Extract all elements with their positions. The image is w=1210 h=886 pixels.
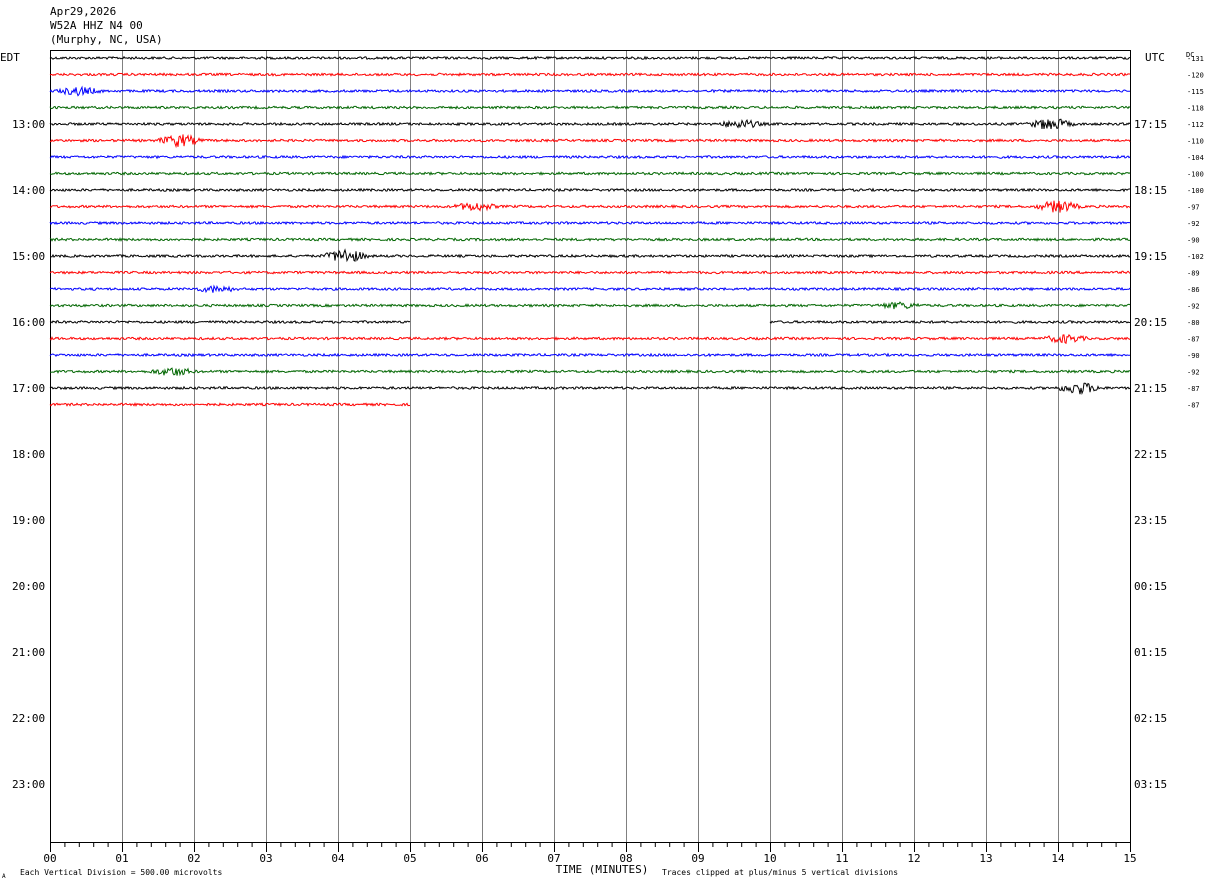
seismic-trace [49, 237, 1131, 242]
x-tick-label: 00 [43, 852, 56, 865]
dc-offset-label: -118 [1187, 105, 1204, 113]
seismic-trace [49, 55, 1131, 61]
dc-offset-label: -92 [1187, 220, 1200, 228]
dc-offset-label: -102 [1187, 253, 1204, 261]
left-timezone-label: EDT [0, 51, 20, 64]
right-hour-label: 21:15 [1134, 382, 1167, 395]
dc-offset-label: -87 [1187, 385, 1200, 393]
dc-offset-label: -90 [1187, 352, 1200, 360]
dc-offset-label: -86 [1187, 286, 1200, 294]
right-hour-label: 18:15 [1134, 184, 1167, 197]
corner-mark: A [2, 873, 6, 880]
x-tick-label: 10 [763, 852, 776, 865]
right-timezone-label: UTC [1145, 51, 1165, 64]
seismic-trace [769, 319, 1131, 325]
left-hour-label: 19:00 [12, 514, 45, 527]
seismic-trace [49, 402, 411, 407]
seismic-trace [49, 367, 1131, 377]
dc-offset-label: -120 [1187, 72, 1204, 80]
seismic-trace [50, 248, 1131, 263]
seismic-trace [49, 72, 1131, 77]
seismic-trace [49, 270, 1131, 275]
seismic-trace [49, 220, 1131, 226]
seismic-trace [49, 200, 1131, 213]
left-hour-label: 20:00 [12, 580, 45, 593]
x-tick-label: 03 [259, 852, 272, 865]
seismic-trace [49, 105, 1131, 110]
left-hour-label: 13:00 [12, 118, 45, 131]
dc-offset-label: -115 [1187, 88, 1204, 96]
right-hour-label: 22:15 [1134, 448, 1167, 461]
left-hour-label: 21:00 [12, 646, 45, 659]
dc-offset-label: -131 [1187, 55, 1204, 63]
x-axis-title: TIME (MINUTES) [556, 863, 649, 876]
dc-offset-label: -89 [1187, 270, 1200, 278]
left-hour-label: 17:00 [12, 382, 45, 395]
seismic-trace [49, 154, 1131, 160]
left-hour-label: 23:00 [12, 778, 45, 791]
vertical-division-note: Each Vertical Division = 500.00 microvol… [20, 868, 222, 877]
seismic-trace [49, 171, 1131, 176]
right-hour-label: 17:15 [1134, 118, 1167, 131]
right-hour-label: 20:15 [1134, 316, 1167, 329]
seismic-trace [49, 85, 1131, 97]
x-tick-label: 13 [979, 852, 992, 865]
right-hour-label: 00:15 [1134, 580, 1167, 593]
seismic-trace [49, 301, 1131, 310]
x-tick-label: 11 [835, 852, 848, 865]
dc-offset-label: -112 [1187, 121, 1204, 129]
seismic-trace [49, 134, 1131, 149]
seismic-trace [49, 118, 1131, 130]
dc-offset-label: -104 [1187, 154, 1204, 162]
x-tick-label: 15 [1123, 852, 1136, 865]
x-tick-label: 05 [403, 852, 416, 865]
seismic-trace [49, 187, 1130, 193]
dc-offset-label: -92 [1187, 369, 1200, 377]
dc-offset-label: -87 [1187, 402, 1200, 410]
right-hour-label: 03:15 [1134, 778, 1167, 791]
dc-offset-label: -100 [1187, 171, 1204, 179]
clipping-note: Traces clipped at plus/minus 5 vertical … [662, 868, 898, 877]
x-tick-label: 02 [187, 852, 200, 865]
x-tick-label: 12 [907, 852, 920, 865]
seismic-trace [49, 319, 411, 325]
x-tick-label: 04 [331, 852, 345, 865]
seismic-trace [49, 352, 1130, 358]
dc-offset-label: -87 [1187, 336, 1200, 344]
seismic-trace [49, 382, 1131, 396]
left-hour-label: 22:00 [12, 712, 45, 725]
right-hour-label: 02:15 [1134, 712, 1167, 725]
left-hour-label: 15:00 [12, 250, 45, 263]
right-hour-label: 23:15 [1134, 514, 1167, 527]
right-hour-label: 19:15 [1134, 250, 1167, 263]
x-tick-label: 14 [1051, 852, 1065, 865]
dc-offset-label: -80 [1187, 319, 1200, 327]
right-hour-label: 01:15 [1134, 646, 1167, 659]
seismic-trace [49, 284, 1131, 294]
helicorder-plot: 00 01 02 03 04 05 06 07 08 09 10 11 12 13 14 15EDT UTC DC… [0, 50, 1204, 880]
left-hour-label: 16:00 [12, 316, 45, 329]
plot-frame [50, 50, 1131, 843]
left-hour-label: 14:00 [12, 184, 45, 197]
x-tick-label: 01 [115, 852, 128, 865]
dc-offset-label: -92 [1187, 303, 1200, 311]
dc-offset-label: -100 [1187, 187, 1204, 195]
dc-offset-label: -90 [1187, 237, 1200, 245]
left-hour-label: 18:00 [12, 448, 45, 461]
x-tick-label: 09 [691, 852, 704, 865]
dc-offset-label: -97 [1187, 204, 1200, 212]
x-tick-label: 06 [475, 852, 488, 865]
dc-offset-label: -110 [1187, 138, 1204, 146]
seismic-trace [49, 334, 1131, 345]
